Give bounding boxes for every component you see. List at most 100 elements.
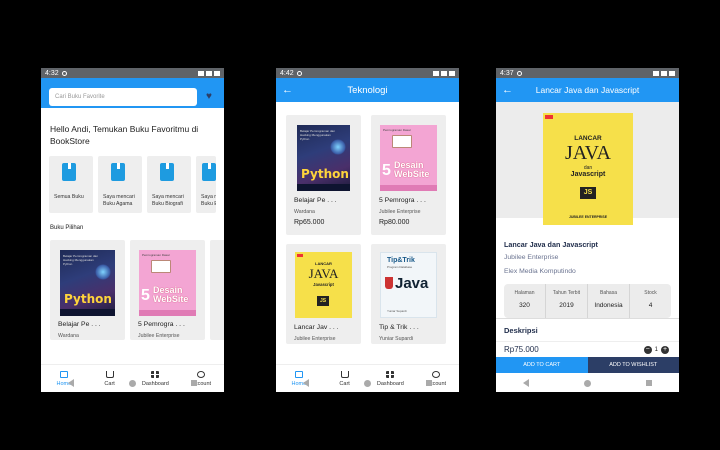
cover-text: Yuniar Supardi [387, 309, 407, 313]
book-author: Wardana [294, 209, 315, 215]
signal-icon [441, 70, 447, 76]
book-price: Rp65.000 [294, 219, 325, 226]
recents-icon[interactable] [645, 380, 652, 386]
quantity-value: 1 [654, 346, 658, 353]
book-cover-webdesign: Pemrograman Dasar 5 Desain WebSite [380, 125, 437, 191]
book-icon [62, 163, 76, 181]
cover-text: Pemrograman Dasar [383, 128, 411, 132]
publisher-logo [545, 115, 553, 119]
cover-text: 5 [382, 162, 391, 179]
greeting-text: Hello Andi, Temukan Buku Favoritmu di Bo… [50, 124, 199, 146]
category-list: Semua Buku Saya mencari Buku Agama Saya … [49, 156, 216, 213]
status-bar: 4:42 [276, 68, 459, 78]
section-title: Buku Pilihan [50, 225, 84, 231]
price-bar: Rp75.000 − 1 + [496, 341, 679, 357]
book-author: Jubilee Enterprise [294, 336, 336, 342]
home-system-icon[interactable] [363, 379, 371, 387]
status-time: 4:42 [280, 69, 294, 77]
book-card[interactable]: LANCAR JAVA Javascript JS Lancar Jav . .… [286, 244, 361, 344]
book-card[interactable]: Belajar Pemrograman dan Hacking Mengguna… [50, 240, 125, 340]
book-card[interactable]: Pemrograman Dasar 5 Desain WebSite 5 Pemr… [371, 115, 446, 235]
book-title: Lancar Java dan Javascript [504, 240, 598, 249]
cover-text: JUBILEE ENTERPRISE [568, 215, 608, 219]
search-input[interactable]: Cari Buku Favorite [49, 88, 197, 106]
recents-icon[interactable] [190, 380, 197, 386]
description-title: Deskripsi [504, 326, 538, 335]
book-title: 5 Pemrogra . . . [379, 197, 426, 204]
notification-icon [296, 70, 302, 76]
signal-icon [206, 70, 212, 76]
recents-icon[interactable] [425, 380, 432, 386]
cover-band [60, 309, 115, 316]
cover-text: Python [64, 292, 112, 306]
divider [496, 318, 679, 319]
increment-button[interactable]: + [661, 345, 669, 354]
cover-text: JAVA [308, 266, 339, 281]
phone-detail-screen: 4:37 ← Lancar Java dan Javascript LANCAR… [496, 68, 679, 392]
category-all[interactable]: Semua Buku [49, 156, 93, 213]
cover-art [95, 264, 111, 280]
status-bar: 4:32 [41, 68, 224, 78]
back-arrow-icon[interactable]: ← [282, 84, 296, 96]
add-to-wishlist-button[interactable]: ADD TO WISHLIST [587, 357, 679, 373]
book-publisher: Elex Media Komputindo [504, 268, 576, 275]
category-economy[interactable]: Saya mencari Buku Ekon [196, 156, 216, 213]
back-arrow-icon[interactable]: ← [502, 84, 516, 96]
book-author: Jubilee Enterprise [138, 333, 180, 339]
cover-text: Java [395, 275, 429, 292]
java-cup-icon [385, 277, 393, 289]
book-title: Belajar Pe . . . [58, 321, 101, 328]
book-cover-python: Belajar Pemrograman dan Hacking Mengguna… [297, 125, 350, 191]
home-system-icon[interactable] [128, 379, 136, 387]
add-to-cart-button[interactable]: ADD TO CART [496, 357, 588, 373]
status-time: 4:37 [500, 69, 514, 77]
signal-icon [661, 70, 667, 76]
book-author: Jubilee Enterprise [504, 254, 559, 261]
book-title: Tip & Trik . . . [379, 324, 419, 331]
stat-stock: Stock 4 [644, 290, 657, 309]
book-cover-java: LANCAR JAVA Javascript JS [295, 252, 352, 318]
book-stats: Halaman 320 Tahun Terbit 2019 Bahasa Indone… [504, 284, 671, 318]
category-label: Saya mencari Buku Biografi [152, 194, 184, 207]
cover-band [139, 310, 196, 316]
wifi-icon [198, 70, 204, 76]
book-title: 5 Pemrogra . . . [138, 321, 185, 328]
back-icon[interactable] [68, 379, 75, 387]
cover-text: JAVA [565, 142, 611, 164]
book-card[interactable]: Tip&Trik Program Database Java Yuniar Su… [371, 244, 446, 344]
book-title: Lancar Jav . . . [294, 324, 339, 331]
wishlist-heart-icon[interactable]: ♥ [206, 92, 216, 102]
action-buttons: ADD TO CART ADD TO WISHLIST [496, 357, 679, 373]
home-header: Cari Buku Favorite ♥ [41, 78, 224, 108]
category-biography[interactable]: Saya mencari Buku Biografi [147, 156, 191, 213]
battery-icon [214, 70, 220, 76]
decrement-button[interactable]: − [643, 345, 652, 354]
stat-language: Bahasa Indonesia [588, 284, 630, 318]
book-card[interactable]: Pemrograman Dasar 5 Desain WebSite 5 Pemr… [130, 240, 205, 340]
book-cover-webdesign: Pemrograman Dasar 5 Desain WebSite [139, 250, 196, 316]
notification-icon [61, 70, 67, 76]
stat-year: Tahun Terbit 2019 [546, 284, 588, 318]
category-label: Saya mencari Buku Ekon [201, 194, 216, 207]
cover-text: Pemrograman Dasar [142, 253, 170, 257]
book-author: Wardana [58, 333, 79, 339]
cover-art [151, 260, 171, 273]
wifi-icon [653, 70, 659, 76]
phone-category-screen: 4:42 ← Teknologi Belajar Pemrograman dan… [276, 68, 459, 392]
back-icon[interactable] [303, 379, 310, 387]
cover-text: Javascript [570, 171, 606, 178]
book-icon [111, 163, 125, 181]
cover-text: LANCAR [574, 135, 602, 142]
home-system-icon[interactable] [583, 379, 591, 387]
back-icon[interactable] [523, 379, 530, 387]
app-bar: ← Teknologi [276, 78, 459, 102]
category-religion[interactable]: Saya mencari Buku Agama [98, 156, 142, 213]
book-card[interactable]: Belajar Pemrograman dan Hacking Mengguna… [286, 115, 361, 235]
cover-text: Python [301, 167, 349, 181]
category-label: Saya mencari Buku Agama [103, 194, 135, 207]
battery-icon [449, 70, 455, 76]
cover-band [297, 184, 350, 191]
js-badge: JS [317, 296, 329, 306]
book-card[interactable] [210, 240, 224, 340]
system-nav [276, 376, 459, 390]
